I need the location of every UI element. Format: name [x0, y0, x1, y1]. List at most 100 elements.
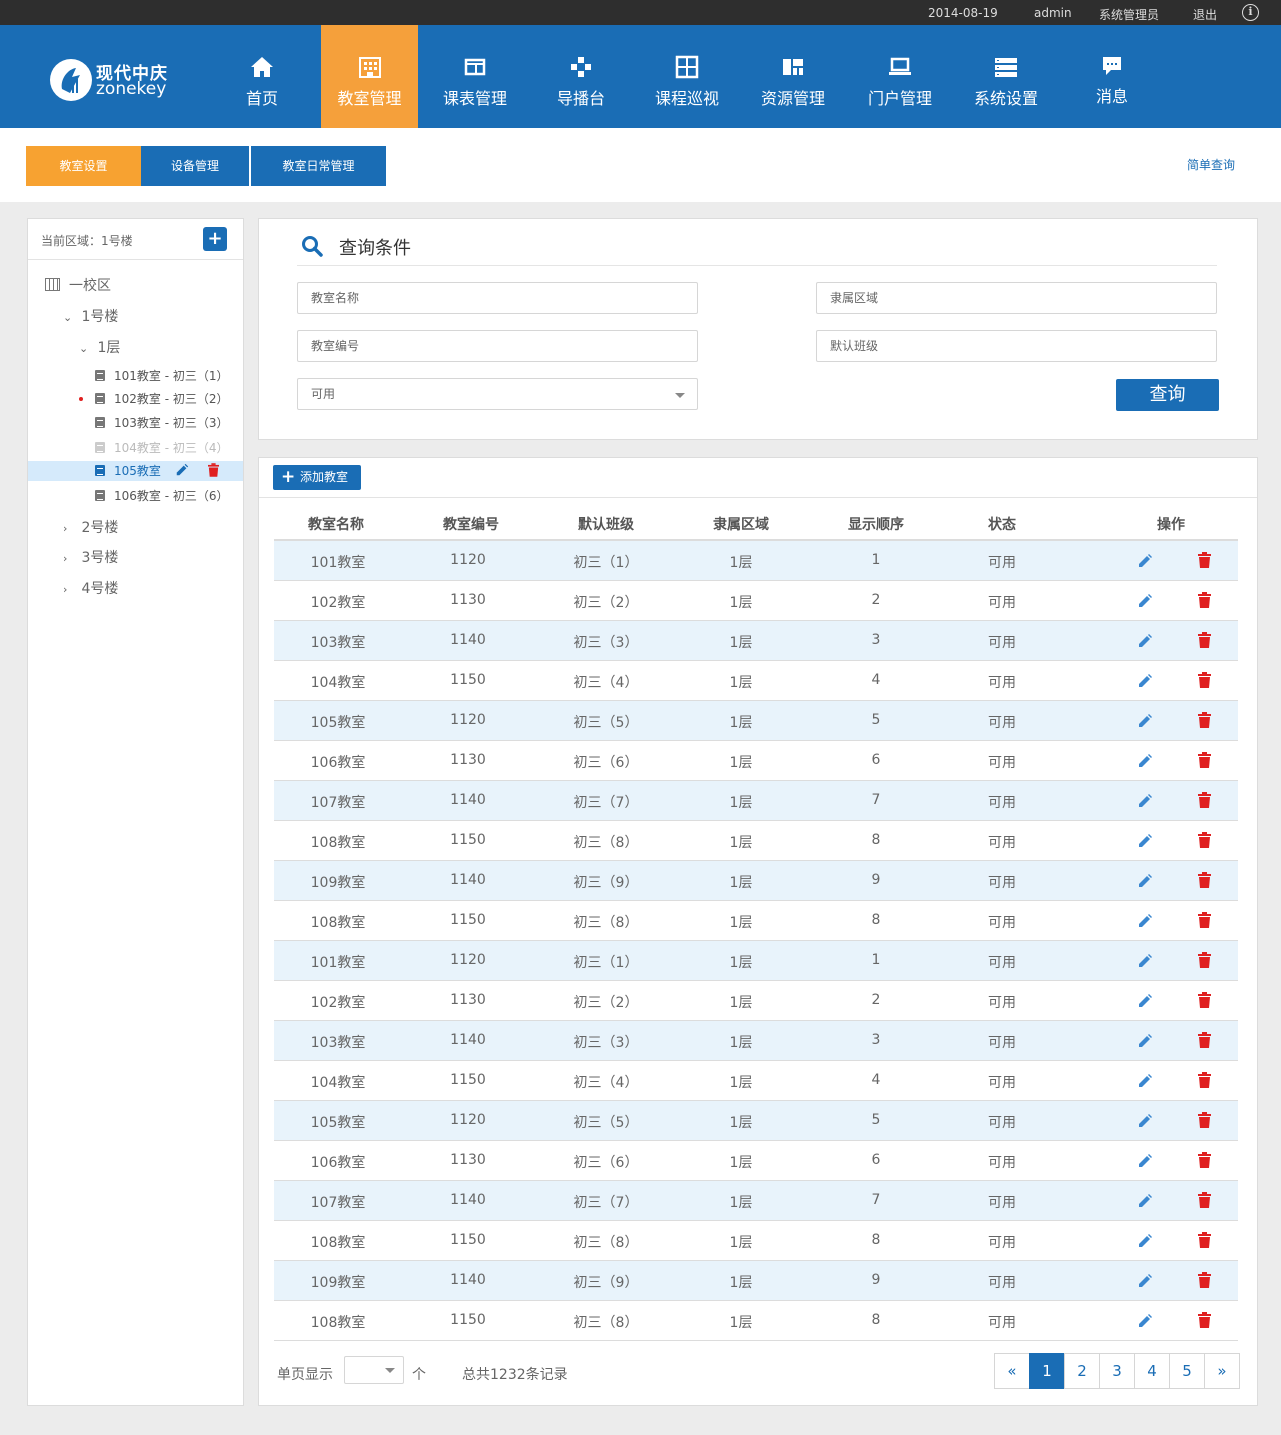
- simple-query-link[interactable]: 简单查询: [1187, 156, 1235, 173]
- delete-icon[interactable]: [1198, 1032, 1211, 1048]
- edit-icon[interactable]: [1137, 993, 1153, 1009]
- tree-node-building4[interactable]: › 4号楼: [63, 578, 118, 598]
- delete-icon[interactable]: [1198, 1272, 1211, 1288]
- table-row[interactable]: 108教室 1150 初三（8） 1层 8 可用: [274, 821, 1238, 861]
- edit-icon[interactable]: [1137, 713, 1153, 729]
- tree-node-floor1[interactable]: ⌄ 1层: [79, 337, 120, 357]
- edit-icon[interactable]: [1137, 1073, 1153, 1089]
- edit-icon[interactable]: [1137, 1273, 1153, 1289]
- table-row[interactable]: 102教室 1130 初三（2） 1层 2 可用: [274, 581, 1238, 621]
- page-button[interactable]: 3: [1099, 1353, 1135, 1389]
- column-header[interactable]: 状态: [988, 514, 1016, 534]
- delete-icon[interactable]: [1198, 992, 1211, 1008]
- delete-icon[interactable]: [1198, 552, 1211, 568]
- tree-node-building1[interactable]: ⌄ 1号楼: [63, 306, 118, 326]
- query-button[interactable]: 查询: [1116, 379, 1219, 411]
- edit-icon[interactable]: [1137, 833, 1153, 849]
- delete-icon[interactable]: [1198, 712, 1211, 728]
- delete-icon[interactable]: [1198, 1232, 1211, 1248]
- chevron-right-icon[interactable]: ›: [63, 522, 77, 535]
- add-classroom-button[interactable]: + 添加教室: [273, 465, 361, 490]
- table-row[interactable]: 108教室 1150 初三（8） 1层 8 可用: [274, 1221, 1238, 1261]
- column-header[interactable]: 显示顺序: [848, 514, 904, 534]
- table-row[interactable]: 108教室 1150 初三（8） 1层 8 可用: [274, 901, 1238, 941]
- nav-director[interactable]: 导播台: [530, 25, 632, 128]
- nav-messages[interactable]: 消息: [1061, 25, 1163, 128]
- tree-room-102[interactable]: 102教室 - 初三（2）: [95, 390, 229, 407]
- username[interactable]: admin: [1034, 6, 1072, 20]
- edit-icon[interactable]: [175, 463, 189, 477]
- delete-icon[interactable]: [1198, 632, 1211, 648]
- edit-icon[interactable]: [1137, 953, 1153, 969]
- delete-icon[interactable]: [1198, 592, 1211, 608]
- delete-icon[interactable]: [1198, 952, 1211, 968]
- table-row[interactable]: 106教室 1130 初三（6） 1层 6 可用: [274, 741, 1238, 781]
- table-row[interactable]: 106教室 1130 初三（6） 1层 6 可用: [274, 1141, 1238, 1181]
- info-icon[interactable]: i: [1242, 4, 1259, 21]
- column-header[interactable]: 隶属区域: [713, 514, 769, 534]
- page-button[interactable]: 2: [1064, 1353, 1100, 1389]
- tree-room-101[interactable]: 101教室 - 初三（1）: [95, 367, 229, 384]
- table-row[interactable]: 107教室 1140 初三（7） 1层 7 可用: [274, 1181, 1238, 1221]
- nav-resource[interactable]: 资源管理: [742, 25, 844, 128]
- room-number-input[interactable]: 教室编号: [297, 330, 698, 362]
- logout-link[interactable]: 退出: [1193, 6, 1217, 23]
- edit-icon[interactable]: [1137, 753, 1153, 769]
- nav-patrol[interactable]: 课程巡视: [636, 25, 738, 128]
- table-row[interactable]: 102教室 1130 初三（2） 1层 2 可用: [274, 981, 1238, 1021]
- area-input[interactable]: 隶属区域: [816, 282, 1217, 314]
- nav-schedule[interactable]: 课表管理: [424, 25, 526, 128]
- add-area-button[interactable]: +: [203, 227, 227, 251]
- edit-icon[interactable]: [1137, 1153, 1153, 1169]
- delete-icon[interactable]: [1198, 912, 1211, 928]
- edit-icon[interactable]: [1137, 1033, 1153, 1049]
- delete-icon[interactable]: [1198, 1152, 1211, 1168]
- delete-icon[interactable]: [1198, 1072, 1211, 1088]
- nav-classroom[interactable]: 教室管理: [321, 25, 418, 128]
- tree-room-106[interactable]: 106教室 - 初三（6）: [95, 487, 229, 504]
- table-row[interactable]: 109教室 1140 初三（9） 1层 9 可用: [274, 861, 1238, 901]
- edit-icon[interactable]: [1137, 673, 1153, 689]
- chevron-down-icon[interactable]: ⌄: [63, 311, 77, 324]
- status-select[interactable]: 可用: [297, 378, 698, 410]
- tree-room-104[interactable]: 104教室 - 初三（4）: [95, 439, 229, 456]
- table-row[interactable]: 104教室 1150 初三（4） 1层 4 可用: [274, 1061, 1238, 1101]
- delete-icon[interactable]: [1198, 792, 1211, 808]
- nav-settings[interactable]: 系统设置: [955, 25, 1057, 128]
- table-row[interactable]: 108教室 1150 初三（8） 1层 8 可用: [274, 1301, 1238, 1341]
- delete-icon[interactable]: [1198, 672, 1211, 688]
- edit-icon[interactable]: [1137, 633, 1153, 649]
- nav-home[interactable]: 首页: [209, 25, 315, 128]
- edit-icon[interactable]: [1137, 913, 1153, 929]
- edit-icon[interactable]: [1137, 793, 1153, 809]
- table-row[interactable]: 105教室 1120 初三（5） 1层 5 可用: [274, 1101, 1238, 1141]
- delete-icon[interactable]: [1198, 1192, 1211, 1208]
- nav-portal[interactable]: 门户管理: [849, 25, 951, 128]
- subtab-daily-management[interactable]: 教室日常管理: [251, 146, 386, 186]
- table-row[interactable]: 104教室 1150 初三（4） 1层 4 可用: [274, 661, 1238, 701]
- page-button[interactable]: 4: [1134, 1353, 1170, 1389]
- edit-icon[interactable]: [1137, 1193, 1153, 1209]
- edit-icon[interactable]: [1137, 593, 1153, 609]
- delete-icon[interactable]: [1198, 1312, 1211, 1328]
- edit-icon[interactable]: [1137, 1233, 1153, 1249]
- logo[interactable]: 现代中庆 zonekey: [50, 57, 190, 101]
- delete-icon[interactable]: [208, 463, 219, 477]
- table-row[interactable]: 105教室 1120 初三（5） 1层 5 可用: [274, 701, 1238, 741]
- tree-room-105[interactable]: 105教室: [95, 462, 161, 479]
- tree-node-campus[interactable]: 一校区: [45, 275, 111, 295]
- delete-icon[interactable]: [1198, 752, 1211, 768]
- table-row[interactable]: 103教室 1140 初三（3） 1层 3 可用: [274, 1021, 1238, 1061]
- table-row[interactable]: 101教室 1120 初三（1） 1层 1 可用: [274, 541, 1238, 581]
- per-page-select[interactable]: [344, 1356, 404, 1384]
- edit-icon[interactable]: [1137, 1313, 1153, 1329]
- delete-icon[interactable]: [1198, 872, 1211, 888]
- column-header[interactable]: 教室名称: [308, 514, 364, 534]
- tree-room-103[interactable]: 103教室 - 初三（3）: [95, 414, 229, 431]
- delete-icon[interactable]: [1198, 832, 1211, 848]
- subtab-device-management[interactable]: 设备管理: [141, 146, 249, 186]
- page-button[interactable]: 1: [1029, 1353, 1065, 1389]
- table-row[interactable]: 103教室 1140 初三（3） 1层 3 可用: [274, 621, 1238, 661]
- column-header[interactable]: 默认班级: [578, 514, 634, 534]
- next-page-button[interactable]: »: [1204, 1353, 1240, 1389]
